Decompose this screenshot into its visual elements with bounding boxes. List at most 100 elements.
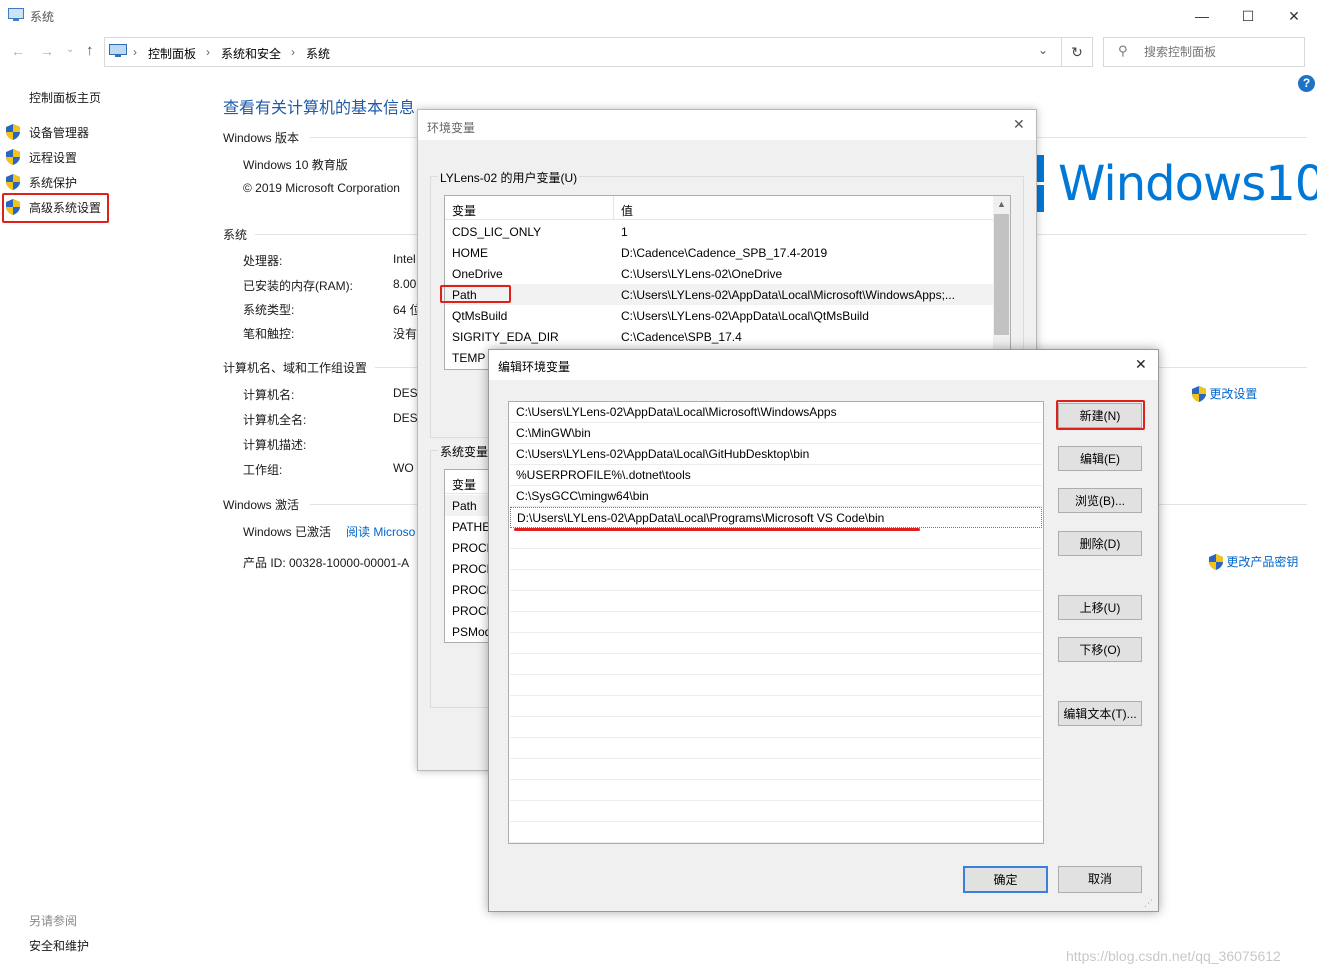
section-heading: Windows 版本: [223, 131, 300, 145]
path-entry[interactable]: C:\Users\LYLens-02\AppData\Local\GitHubD…: [516, 447, 809, 461]
see-also-security-link[interactable]: 安全和维护: [29, 937, 89, 954]
logo-word: Windows: [1058, 156, 1266, 212]
path-entry[interactable]: C:\SysGCC\mingw64\bin: [516, 489, 649, 503]
refresh-icon[interactable]: ↻: [1061, 37, 1093, 67]
cancel-button[interactable]: 取消: [1058, 866, 1142, 893]
delete-button[interactable]: 删除(D): [1058, 531, 1142, 556]
user-var-value[interactable]: 1: [621, 225, 628, 239]
section-heading: Windows 激活: [223, 498, 300, 512]
path-entry[interactable]: C:\MinGW\bin: [516, 426, 591, 440]
back-arrow-icon[interactable]: ←: [11, 43, 25, 59]
page-title: 查看有关计算机的基本信息: [223, 100, 416, 117]
control-panel-icon: [109, 44, 127, 58]
scroll-up-icon[interactable]: ▲: [997, 199, 1006, 209]
browse-button[interactable]: 浏览(B)...: [1058, 488, 1142, 513]
column-header-name[interactable]: 变量: [452, 476, 476, 493]
column-header-value[interactable]: 值: [621, 202, 633, 219]
list-item[interactable]: C:\Users\LYLens-02\AppData\Local\GitHubD…: [510, 444, 1042, 465]
shield-icon: [1209, 553, 1223, 570]
empty-row: [510, 717, 1042, 738]
field-label: 计算机描述:: [243, 438, 307, 452]
user-vars-list[interactable]: 变量 值 CDS_LIC_ONLY 1 HOME D:\Cadence\Cade…: [444, 195, 1011, 370]
user-var-value[interactable]: C:\Cadence\SPB_17.4: [621, 330, 742, 344]
list-item[interactable]: %USERPROFILE%\.dotnet\tools: [510, 465, 1042, 486]
ok-button[interactable]: 确定: [963, 866, 1048, 893]
breadcrumb-system-security[interactable]: 系统和安全: [221, 45, 281, 62]
change-settings-link[interactable]: 更改设置: [1192, 385, 1257, 402]
search-input[interactable]: [1142, 42, 1296, 62]
empty-row: [510, 528, 1042, 549]
close-button[interactable]: ✕: [1271, 0, 1317, 32]
up-arrow-icon[interactable]: ↑: [86, 42, 94, 59]
search-box[interactable]: ⚲: [1103, 37, 1305, 67]
list-header: [445, 196, 995, 220]
windows-logo-text: Windows10: [1058, 156, 1317, 212]
sidebar-item-label[interactable]: 远程设置: [29, 149, 77, 166]
license-link[interactable]: 阅读 Microso: [346, 523, 415, 540]
breadcrumb-control-panel[interactable]: 控制面板: [148, 45, 196, 62]
move-down-button[interactable]: 下移(O): [1058, 637, 1142, 662]
change-settings-label[interactable]: 更改设置: [1209, 387, 1257, 401]
minimize-button[interactable]: —: [1179, 0, 1225, 32]
list-item[interactable]: C:\MinGW\bin: [510, 423, 1042, 444]
user-var-name[interactable]: QtMsBuild: [452, 309, 507, 323]
user-var-name[interactable]: OneDrive: [452, 267, 503, 281]
change-product-key-label[interactable]: 更改产品密钥: [1226, 555, 1298, 569]
user-var-value[interactable]: C:\Users\LYLens-02\AppData\Local\Microso…: [621, 288, 955, 302]
user-var-value[interactable]: C:\Users\LYLens-02\OneDrive: [621, 267, 782, 281]
product-id: 产品 ID: 00328-10000-00001-A: [243, 556, 410, 570]
user-var-value[interactable]: D:\Cadence\Cadence_SPB_17.4-2019: [621, 246, 827, 260]
shield-icon: [6, 149, 20, 165]
column-header-name[interactable]: 变量: [452, 202, 476, 219]
forward-arrow-icon[interactable]: →: [40, 43, 54, 59]
help-icon[interactable]: ?: [1298, 75, 1315, 92]
system-var-name[interactable]: PSMod: [452, 625, 491, 639]
edit-text-button[interactable]: 编辑文本(T)...: [1058, 701, 1142, 726]
list-item[interactable]: C:\Users\LYLens-02\AppData\Local\Microso…: [510, 402, 1042, 423]
sidebar-item-label[interactable]: 系统保护: [29, 174, 77, 191]
path-entry[interactable]: D:\Users\LYLens-02\AppData\Local\Program…: [517, 511, 884, 525]
empty-row: [510, 633, 1042, 654]
sidebar-item-protection[interactable]: [6, 174, 20, 193]
user-var-name[interactable]: HOME: [452, 246, 488, 260]
list-item[interactable]: C:\SysGCC\mingw64\bin: [510, 486, 1042, 507]
field-label: 计算机名:: [243, 388, 295, 402]
field-label: 系统类型:: [243, 303, 295, 317]
sidebar-item-label[interactable]: 设备管理器: [29, 124, 89, 141]
system-var-name[interactable]: PATHE: [452, 520, 490, 534]
system-var-name[interactable]: Path: [452, 499, 477, 513]
user-var-value[interactable]: C:\Users\LYLens-02\AppData\Local\QtMsBui…: [621, 309, 869, 323]
move-up-button[interactable]: 上移(U): [1058, 595, 1142, 620]
field-value: DES: [393, 386, 418, 400]
resize-grip-icon[interactable]: ⋰: [1144, 898, 1153, 909]
list-item-selected[interactable]: D:\Users\LYLens-02\AppData\Local\Program…: [510, 507, 1042, 528]
path-entry[interactable]: %USERPROFILE%\.dotnet\tools: [516, 468, 691, 482]
breadcrumb-system[interactable]: 系统: [306, 45, 330, 62]
title-bar: 系统 — ☐ ✕: [0, 0, 1317, 32]
user-vars-label: LYLens-02 的用户变量(U): [438, 169, 580, 186]
field-value: DES: [393, 411, 418, 425]
empty-row: [510, 570, 1042, 591]
path-entries-list[interactable]: C:\Users\LYLens-02\AppData\Local\Microso…: [508, 401, 1044, 844]
empty-row: [510, 696, 1042, 717]
change-product-key-link[interactable]: 更改产品密钥: [1209, 553, 1298, 570]
close-icon[interactable]: ✕: [1013, 116, 1025, 133]
scrollbar-thumb[interactable]: [994, 214, 1009, 335]
user-var-name[interactable]: CDS_LIC_ONLY: [452, 225, 541, 239]
highlight-annotation: [440, 285, 511, 303]
maximize-button[interactable]: ☐: [1225, 0, 1271, 32]
edit-button[interactable]: 编辑(E): [1058, 446, 1142, 471]
user-var-name[interactable]: SIGRITY_EDA_DIR: [452, 330, 559, 344]
path-entry[interactable]: C:\Users\LYLens-02\AppData\Local\Microso…: [516, 405, 837, 419]
sidebar-item-remote[interactable]: [6, 149, 20, 168]
sidebar-item-device-manager[interactable]: [6, 124, 20, 143]
user-var-name[interactable]: TEMP: [452, 351, 485, 365]
section-heading: 计算机名、域和工作组设置: [223, 361, 368, 375]
address-bar[interactable]: › 控制面板 › 系统和安全 › 系统 ⌄: [104, 37, 1062, 67]
address-dropdown-icon[interactable]: ⌄: [1038, 43, 1048, 57]
close-icon[interactable]: ✕: [1135, 356, 1147, 373]
sidebar-home-link[interactable]: 控制面板主页: [29, 89, 101, 106]
recent-chevron-icon[interactable]: ⌄: [66, 44, 74, 55]
search-icon: ⚲: [1118, 43, 1128, 58]
edit-environment-variable-dialog: 编辑环境变量 ✕ C:\Users\LYLens-02\AppData\Loca…: [488, 349, 1159, 912]
